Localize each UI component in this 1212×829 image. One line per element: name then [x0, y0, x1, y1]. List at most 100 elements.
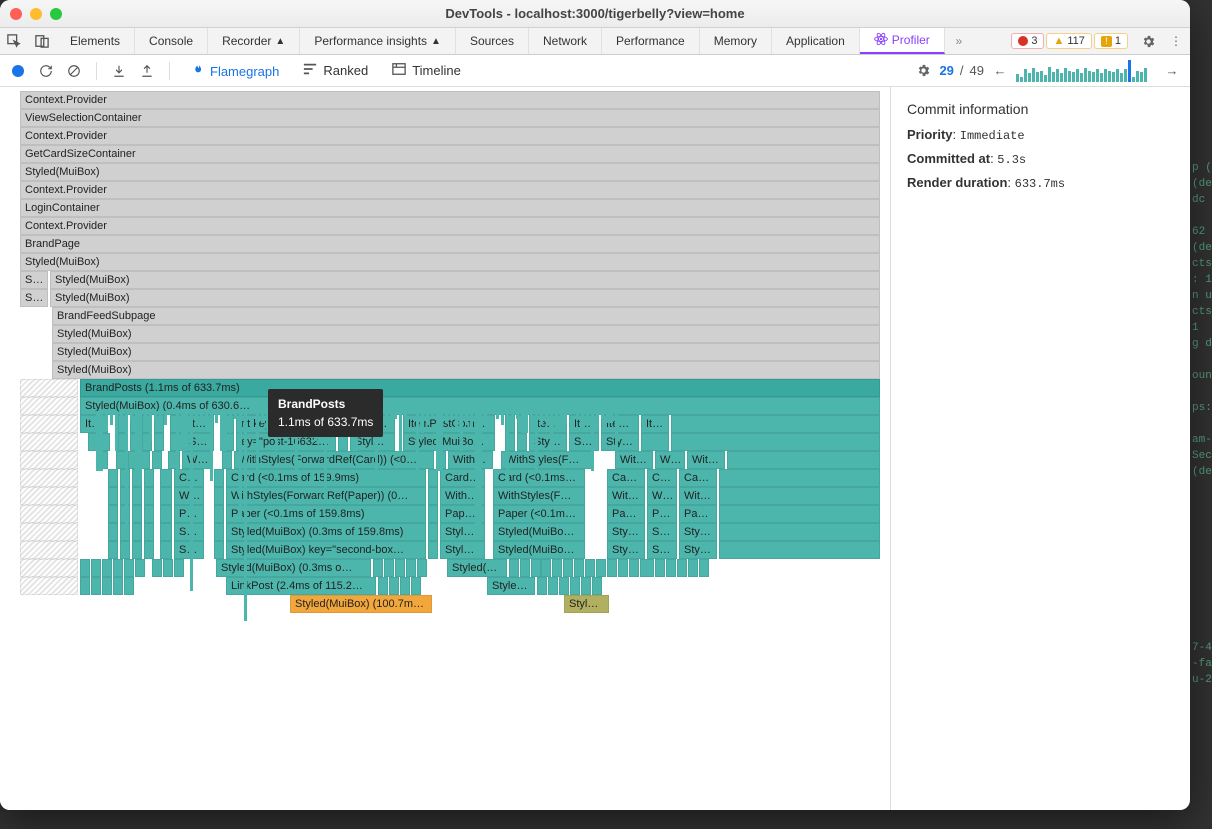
- flame-bar[interactable]: Styled(MuiBox): [20, 163, 880, 181]
- flame-bar[interactable]: Context.Provider: [20, 181, 880, 199]
- tooltip-name: BrandPosts: [278, 395, 373, 413]
- ranked-icon: [303, 62, 317, 79]
- tab-memory[interactable]: Memory: [700, 28, 772, 54]
- minimize-window-icon[interactable]: [30, 8, 42, 20]
- tab-label: Console: [149, 34, 193, 48]
- tab-application[interactable]: Application: [772, 28, 860, 54]
- flame-bar[interactable]: Context.Provider: [20, 91, 880, 109]
- commit-info-title: Commit information: [907, 101, 1174, 117]
- view-label: Flamegraph: [210, 64, 279, 79]
- tab-label: Memory: [714, 34, 757, 48]
- flame-bar[interactable]: [20, 487, 78, 505]
- close-window-icon[interactable]: [10, 8, 22, 20]
- flame-bar[interactable]: [20, 505, 78, 523]
- load-profile-icon[interactable]: [109, 61, 129, 81]
- error-badge[interactable]: 3: [1011, 33, 1044, 49]
- settings-icon[interactable]: [1134, 28, 1162, 54]
- flame-bar[interactable]: BrandPage: [20, 235, 880, 253]
- flame-bar[interactable]: [20, 559, 78, 577]
- flame-bar[interactable]: [20, 415, 78, 433]
- tab-label: Network: [543, 34, 587, 48]
- devtools-tabs: Elements Console Recorder ▲ Performance …: [0, 28, 1190, 55]
- tab-elements[interactable]: Elements: [56, 28, 135, 54]
- flame-bar[interactable]: BrandPosts (1.1ms of 633.7ms): [80, 379, 880, 397]
- save-profile-icon[interactable]: [137, 61, 157, 81]
- titlebar: DevTools - localhost:3000/tigerbelly?vie…: [0, 0, 1190, 28]
- commit-sep: /: [960, 63, 964, 78]
- view-timeline[interactable]: Timeline: [384, 58, 469, 83]
- view-ranked[interactable]: Ranked: [295, 58, 376, 83]
- flame-bar[interactable]: LoginContainer: [20, 199, 880, 217]
- flame-bar[interactable]: Styled(MuiBox): [50, 289, 880, 307]
- flame-bar[interactable]: [20, 469, 78, 487]
- tab-label: Performance insights: [314, 34, 427, 48]
- flame-bar[interactable]: [20, 523, 78, 541]
- flame-bar[interactable]: BrandFeedSubpage: [52, 307, 880, 325]
- flame-bar[interactable]: [20, 379, 78, 397]
- background-editor-fragment: p (-a(dedc62(dects: 1n ucts 1g dounps:am…: [1192, 160, 1212, 760]
- flame-bar[interactable]: [20, 541, 78, 559]
- committed-row: Committed at: 5.3s: [907, 151, 1174, 167]
- prev-commit-icon[interactable]: ←: [990, 61, 1010, 81]
- flame-bar[interactable]: [20, 451, 78, 469]
- flame-bar[interactable]: Styled(MuiBox): [20, 253, 880, 271]
- warning-icon: ▲: [1053, 35, 1064, 47]
- error-count: 3: [1031, 35, 1037, 47]
- tab-sources[interactable]: Sources: [456, 28, 529, 54]
- flame-bar[interactable]: [20, 433, 78, 451]
- inspect-element-icon[interactable]: [0, 28, 28, 54]
- tab-performance[interactable]: Performance: [602, 28, 700, 54]
- warning-badge[interactable]: ▲117: [1046, 33, 1091, 49]
- record-icon[interactable]: [8, 61, 28, 81]
- device-toolbar-icon[interactable]: [28, 28, 56, 54]
- flame-tail: // decorative tails will be drawn after …: [88, 411, 880, 806]
- flamegraph-panel[interactable]: Context.Provider ViewSelectionContainer …: [0, 87, 890, 810]
- commit-current: 29: [939, 63, 953, 78]
- commit-sparkline[interactable]: [1016, 60, 1156, 82]
- more-tabs-icon[interactable]: »: [945, 28, 973, 54]
- flame-bar[interactable]: Context.Provider: [20, 217, 880, 235]
- kebab-menu-icon[interactable]: ⋮: [1162, 28, 1190, 54]
- duration-row: Render duration: 633.7ms: [907, 175, 1174, 191]
- flame-bar[interactable]: Si…: [20, 289, 48, 307]
- duration-value: 633.7ms: [1015, 177, 1065, 191]
- devtools-window: DevTools - localhost:3000/tigerbelly?vie…: [0, 0, 1190, 810]
- status-badges[interactable]: 3 ▲117 !1: [1005, 28, 1134, 54]
- tab-label: Performance: [616, 34, 685, 48]
- flame-bar[interactable]: Styled(MuiBox): [52, 325, 880, 343]
- flame-bar[interactable]: Styled(MuiBox): [52, 361, 880, 379]
- window-title: DevTools - localhost:3000/tigerbelly?vie…: [0, 6, 1190, 21]
- flame-tooltip: BrandPosts 1.1ms of 633.7ms: [268, 389, 383, 437]
- flame-icon: [190, 63, 204, 80]
- react-icon: [874, 32, 888, 49]
- tab-network[interactable]: Network: [529, 28, 602, 54]
- profiler-toolbar: Flamegraph Ranked Timeline 29 / 49 ←: [0, 55, 1190, 87]
- flame-bar[interactable]: St…: [20, 271, 48, 289]
- flame-bar[interactable]: Styled(MuiBox): [50, 271, 880, 289]
- reload-icon[interactable]: [36, 61, 56, 81]
- info-badge[interactable]: !1: [1094, 33, 1128, 49]
- tab-label: Application: [786, 34, 845, 48]
- flame-bar[interactable]: [20, 397, 78, 415]
- tab-recorder[interactable]: Recorder ▲: [208, 28, 300, 54]
- tab-console[interactable]: Console: [135, 28, 208, 54]
- timeline-icon: [392, 62, 406, 79]
- committed-value: 5.3s: [997, 153, 1026, 167]
- view-flamegraph[interactable]: Flamegraph: [182, 59, 287, 90]
- flame-bar[interactable]: [20, 577, 78, 595]
- flame-bar[interactable]: GetCardSizeContainer: [20, 145, 880, 163]
- flame-bar[interactable]: ViewSelectionContainer: [20, 109, 880, 127]
- tab-profiler[interactable]: Profiler: [860, 28, 945, 54]
- zoom-window-icon[interactable]: [50, 8, 62, 20]
- priority-value: Immediate: [960, 129, 1025, 143]
- view-label: Ranked: [323, 63, 368, 78]
- clear-icon[interactable]: [64, 61, 84, 81]
- tab-performance-insights[interactable]: Performance insights ▲: [300, 28, 456, 54]
- flame-bar[interactable]: Styled(MuiBox): [52, 343, 880, 361]
- commit-navigator: 29 / 49 ← →: [939, 60, 1182, 82]
- next-commit-icon[interactable]: →: [1162, 61, 1182, 81]
- profiler-settings-icon[interactable]: [913, 61, 933, 81]
- tooltip-detail: 1.1ms of 633.7ms: [278, 415, 373, 429]
- priority-row: Priority: Immediate: [907, 127, 1174, 143]
- flame-bar[interactable]: Context.Provider: [20, 127, 880, 145]
